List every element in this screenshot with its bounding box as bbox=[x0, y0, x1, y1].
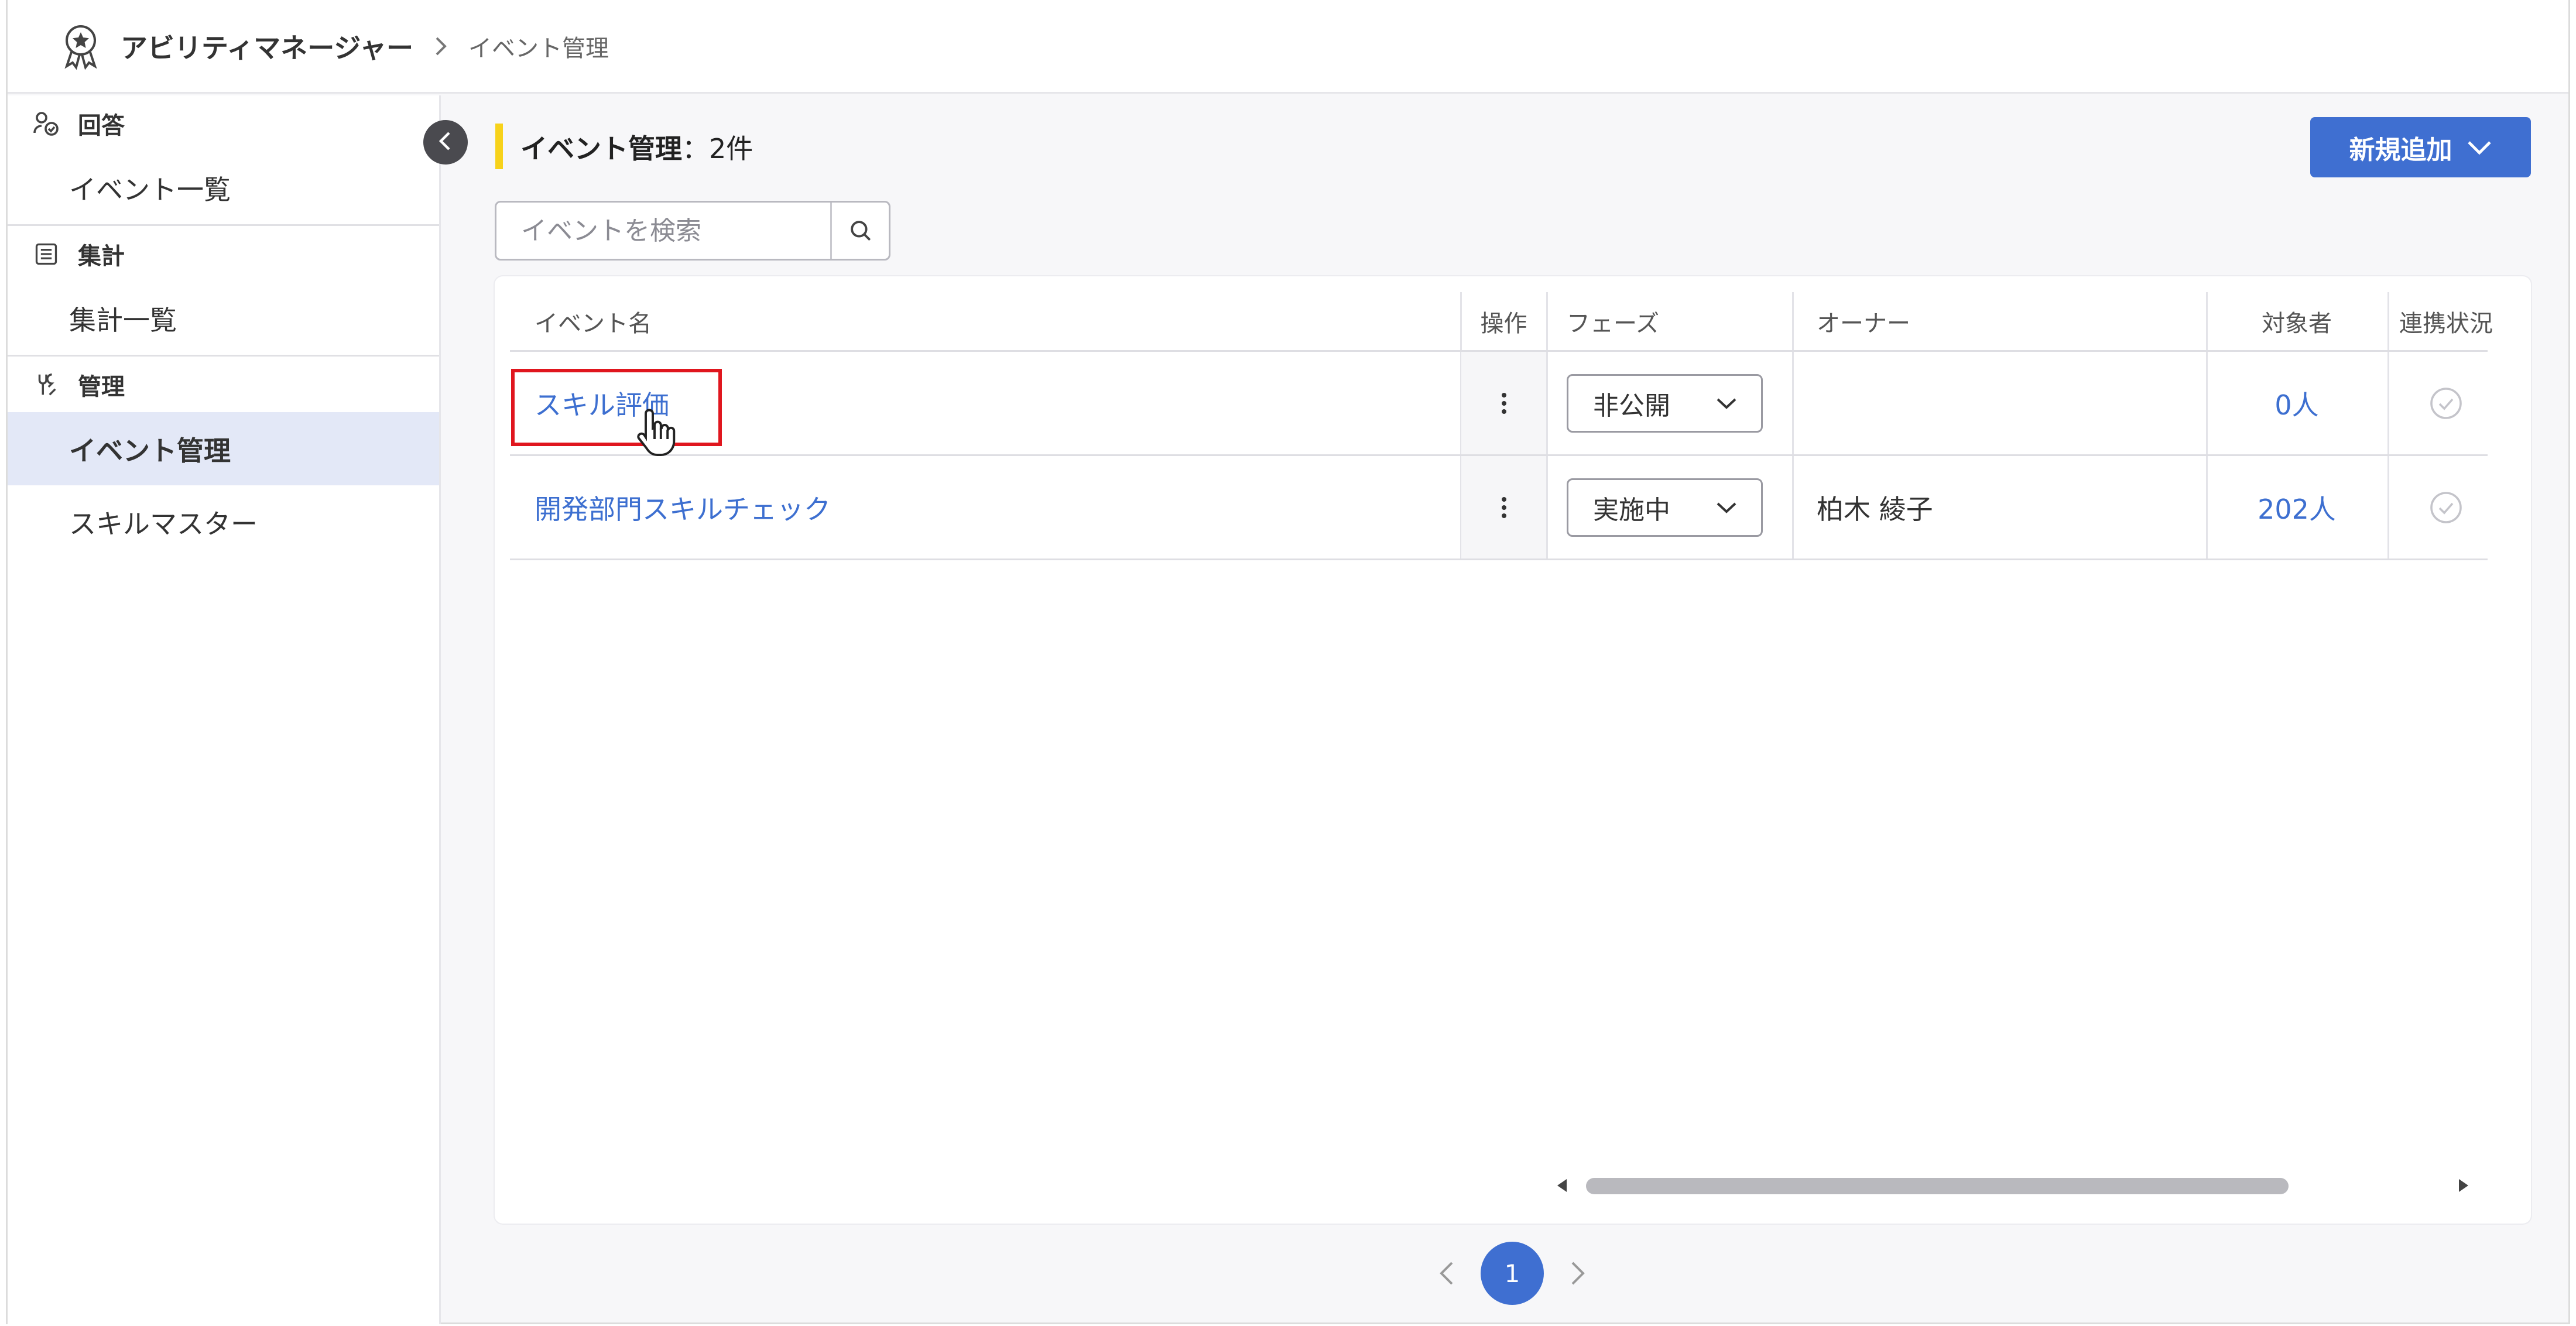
link-status-cell bbox=[2387, 352, 2505, 454]
event-table-card: イベント名 操作 フェーズ オーナー 対象者 連携状況 スキル評価 非公開 0人… bbox=[495, 276, 2531, 1224]
horizontal-scrollbar[interactable] bbox=[1553, 1174, 2472, 1197]
sidebar-section-label: 回答 bbox=[78, 112, 125, 139]
column-header-operation: 操作 bbox=[1480, 310, 1527, 337]
chevron-left-icon bbox=[436, 131, 455, 154]
column-divider bbox=[1792, 456, 1794, 559]
item-count: ：2件 bbox=[682, 133, 753, 165]
search-icon bbox=[850, 221, 871, 241]
phase-select[interactable]: 非公開 bbox=[1567, 374, 1763, 433]
award-ribbon-icon bbox=[57, 23, 104, 70]
search-box bbox=[495, 201, 890, 261]
check-circle-icon bbox=[2428, 489, 2464, 526]
event-name-link[interactable]: 開発部門スキルチェック bbox=[535, 456, 831, 559]
column-divider bbox=[1546, 456, 1548, 559]
page-frame: アビリティマネージャー イベント管理 回答 イベント一覧 集計 集計一覧 管理 … bbox=[6, 0, 2570, 1324]
chevron-down-icon bbox=[1717, 398, 1736, 409]
highlight-box bbox=[511, 369, 722, 446]
pagination: 1 bbox=[1424, 1241, 1600, 1306]
event-table: イベント名 操作 フェーズ オーナー 対象者 連携状況 スキル評価 非公開 0人… bbox=[510, 292, 2493, 560]
scroll-right-arrow-icon[interactable] bbox=[2455, 1174, 2472, 1197]
target-count-link[interactable]: 202人 bbox=[2206, 456, 2387, 559]
hand-pointer-icon bbox=[635, 406, 677, 458]
sidebar-item-aggregate-list[interactable]: 集計一覧 bbox=[8, 282, 439, 355]
phase-select[interactable]: 実施中 bbox=[1567, 478, 1763, 537]
prev-page-chevron-icon[interactable] bbox=[1430, 1257, 1463, 1290]
sidebar-section-aggregate: 集計 bbox=[8, 226, 439, 282]
phase-select-value: 非公開 bbox=[1593, 390, 1670, 421]
search-button[interactable] bbox=[830, 203, 889, 259]
list-sheet-icon bbox=[31, 239, 61, 269]
new-add-button-label: 新規追加 bbox=[2349, 135, 2452, 165]
owner-cell: 柏木 綾子 bbox=[1817, 493, 1933, 525]
operation-cell bbox=[1461, 352, 1546, 454]
chevron-right-icon bbox=[429, 34, 453, 59]
chevron-down-icon bbox=[1717, 502, 1736, 513]
new-add-button[interactable]: 新規追加 bbox=[2310, 117, 2531, 177]
page-title: イベント管理：2件 bbox=[520, 128, 753, 166]
kebab-menu-icon[interactable] bbox=[1492, 386, 1516, 421]
table-row: スキル評価 非公開 0人 bbox=[510, 352, 2488, 456]
sidebar-collapse-button[interactable] bbox=[423, 120, 468, 165]
column-header-link-status: 連携状況 bbox=[2399, 310, 2493, 337]
column-header-owner: オーナー bbox=[1817, 310, 1910, 337]
scroll-left-arrow-icon[interactable] bbox=[1553, 1174, 1571, 1197]
table-header-row: イベント名 操作 フェーズ オーナー 対象者 連携状況 bbox=[510, 292, 2493, 352]
next-page-chevron-icon[interactable] bbox=[1561, 1257, 1594, 1290]
table-row: 開発部門スキルチェック 実施中 柏木 綾子 202人 bbox=[510, 456, 2488, 560]
column-header-phase: フェーズ bbox=[1567, 310, 1659, 337]
column-divider bbox=[1546, 292, 1548, 350]
column-divider bbox=[1546, 352, 1548, 454]
sidebar-item-event-manage[interactable]: イベント管理 bbox=[8, 412, 439, 485]
sidebar-section-label: 集計 bbox=[78, 242, 125, 270]
phase-cell: 実施中 bbox=[1567, 456, 1763, 559]
header: アビリティマネージャー イベント管理 bbox=[8, 0, 2568, 94]
phase-select-value: 実施中 bbox=[1593, 495, 1670, 525]
sidebar-item-event-list[interactable]: イベント一覧 bbox=[8, 151, 439, 224]
column-divider bbox=[1792, 352, 1794, 454]
search-input[interactable] bbox=[496, 203, 830, 259]
link-status-cell bbox=[2387, 456, 2505, 559]
title-accent-bar bbox=[495, 124, 503, 169]
app-title[interactable]: アビリティマネージャー bbox=[121, 27, 413, 66]
page-title-text: イベント管理 bbox=[520, 133, 682, 165]
breadcrumb-current: イベント管理 bbox=[468, 35, 609, 62]
operation-cell bbox=[1461, 456, 1546, 559]
tools-icon bbox=[31, 369, 61, 400]
check-circle-icon bbox=[2428, 385, 2464, 422]
sidebar-section-manage: 管理 bbox=[8, 357, 439, 412]
sidebar-section-label: 管理 bbox=[78, 373, 125, 400]
scrollbar-thumb[interactable] bbox=[1586, 1178, 2289, 1194]
target-count-link[interactable]: 0人 bbox=[2206, 352, 2387, 454]
sidebar-item-skill-master[interactable]: スキルマスター bbox=[8, 485, 439, 559]
column-header-target: 対象者 bbox=[2262, 310, 2332, 337]
phase-cell: 非公開 bbox=[1567, 352, 1763, 454]
page-number-current[interactable]: 1 bbox=[1481, 1242, 1544, 1305]
chevron-down-icon bbox=[2467, 135, 2492, 160]
sidebar-section-answer: 回答 bbox=[8, 95, 439, 151]
sidebar: 回答 イベント一覧 集計 集計一覧 管理 イベント管理 スキルマスター bbox=[8, 95, 441, 1324]
person-check-icon bbox=[31, 108, 61, 139]
column-divider bbox=[1792, 292, 1794, 350]
column-header-event-name: イベント名 bbox=[535, 310, 652, 337]
kebab-menu-icon[interactable] bbox=[1492, 490, 1516, 525]
